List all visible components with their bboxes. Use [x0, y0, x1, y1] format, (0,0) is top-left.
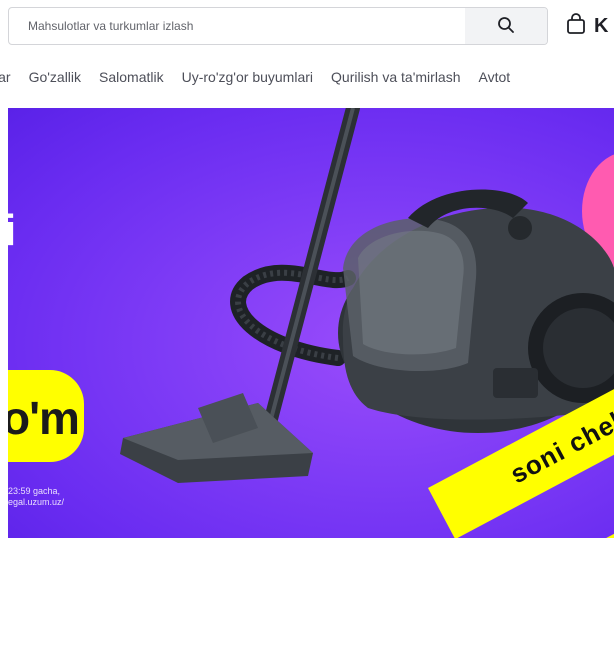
cart-button[interactable]: K — [566, 10, 608, 42]
search-icon — [497, 16, 515, 37]
category-item[interactable]: lar — [0, 69, 20, 85]
category-item-health[interactable]: Salomatlik — [90, 69, 173, 85]
category-item-household[interactable]: Uy-ro'zg'or buyumlari — [173, 69, 322, 85]
category-item-auto[interactable]: Avtot — [470, 69, 520, 85]
category-item-beauty[interactable]: Go'zallik — [20, 69, 90, 85]
shopping-bag-icon — [566, 12, 586, 40]
category-nav: lar Go'zallik Salomatlik Uy-ro'zg'or buy… — [0, 66, 519, 88]
search-input[interactable] — [9, 8, 465, 44]
search-bar — [8, 7, 548, 45]
promo-banner[interactable]: i o'm 23:59 gacha, egal.uzum.uz/ soni ch… — [8, 108, 614, 538]
cart-label: K — [594, 14, 609, 37]
search-button[interactable] — [465, 8, 547, 44]
page: K lar Go'zallik Salomatlik Uy-ro'zg'or b… — [0, 0, 614, 670]
category-item-construction[interactable]: Qurilish va ta'mirlash — [322, 69, 470, 85]
